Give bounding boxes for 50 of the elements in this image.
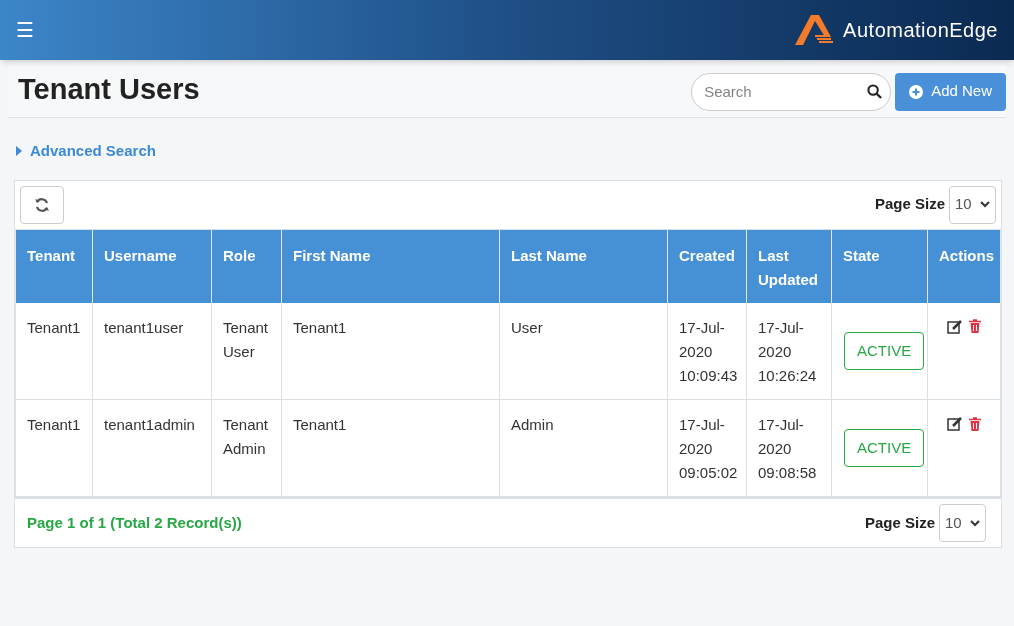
add-new-button[interactable]: Add New xyxy=(895,72,1006,111)
column-header: Created xyxy=(667,229,747,303)
chevron-down-icon xyxy=(980,201,990,208)
brand-name: AutomationEdge xyxy=(843,18,998,43)
page-size-select[interactable]: 10 xyxy=(939,504,986,542)
column-header: Role xyxy=(211,229,282,303)
page-size-label: Page Size xyxy=(874,194,945,215)
table-cell: Tenant1 xyxy=(281,302,500,400)
refresh-button[interactable] xyxy=(20,185,64,224)
search-icon xyxy=(867,83,883,99)
column-header: Username xyxy=(92,229,212,303)
table-cell: Tenant1 xyxy=(15,302,93,400)
table-cell: Tenant1 xyxy=(15,399,93,497)
delete-button[interactable] xyxy=(969,318,981,334)
status-badge: ACTIVE xyxy=(844,428,925,468)
edit-button[interactable] xyxy=(947,416,963,431)
table-cell: Tenant1 xyxy=(281,399,500,497)
delete-button[interactable] xyxy=(969,416,981,431)
search-field[interactable]: Search xyxy=(691,72,892,111)
column-header: Last Updated xyxy=(746,229,832,303)
table-cell: Tenant Admin xyxy=(211,399,282,497)
edit-button[interactable] xyxy=(947,318,963,334)
table-cell: 17-Jul-2020 10:26:24 xyxy=(746,302,832,400)
column-header: Last Name xyxy=(499,229,668,303)
pagination-summary: Page 1 of 1 (Total 2 Record(s)) xyxy=(27,512,242,533)
table-cell: 17-Jul-2020 10:09:43 xyxy=(667,302,747,400)
refresh-icon xyxy=(34,196,50,213)
table-cell: tenant1admin xyxy=(92,399,212,497)
table-cell: 17-Jul-2020 09:05:02 xyxy=(667,399,747,497)
edit-icon xyxy=(947,416,963,431)
table-cell: 17-Jul-2020 09:08:58 xyxy=(746,399,832,497)
column-header: Tenant xyxy=(15,229,93,303)
page-size-label: Page Size xyxy=(864,512,935,533)
menu-button[interactable]: ☰ xyxy=(16,20,34,40)
page-title: Tenant Users xyxy=(18,71,200,107)
table-cell: Admin xyxy=(499,399,668,497)
table-cell: Tenant User xyxy=(211,302,282,400)
column-header: Actions xyxy=(927,229,1001,303)
table-cell: tenant1user xyxy=(92,302,212,400)
edit-icon xyxy=(947,318,963,334)
plus-circle-icon xyxy=(909,84,924,99)
chevron-down-icon xyxy=(970,519,980,527)
trash-icon xyxy=(969,319,981,333)
page-size-select[interactable]: 10 xyxy=(949,185,996,224)
table-cell: User xyxy=(499,302,668,400)
status-badge: ACTIVE xyxy=(844,331,925,370)
column-header: First Name xyxy=(281,229,500,303)
advanced-search-link[interactable]: Advanced Search xyxy=(16,140,156,163)
column-header: State xyxy=(831,229,928,303)
trash-icon xyxy=(969,416,981,431)
